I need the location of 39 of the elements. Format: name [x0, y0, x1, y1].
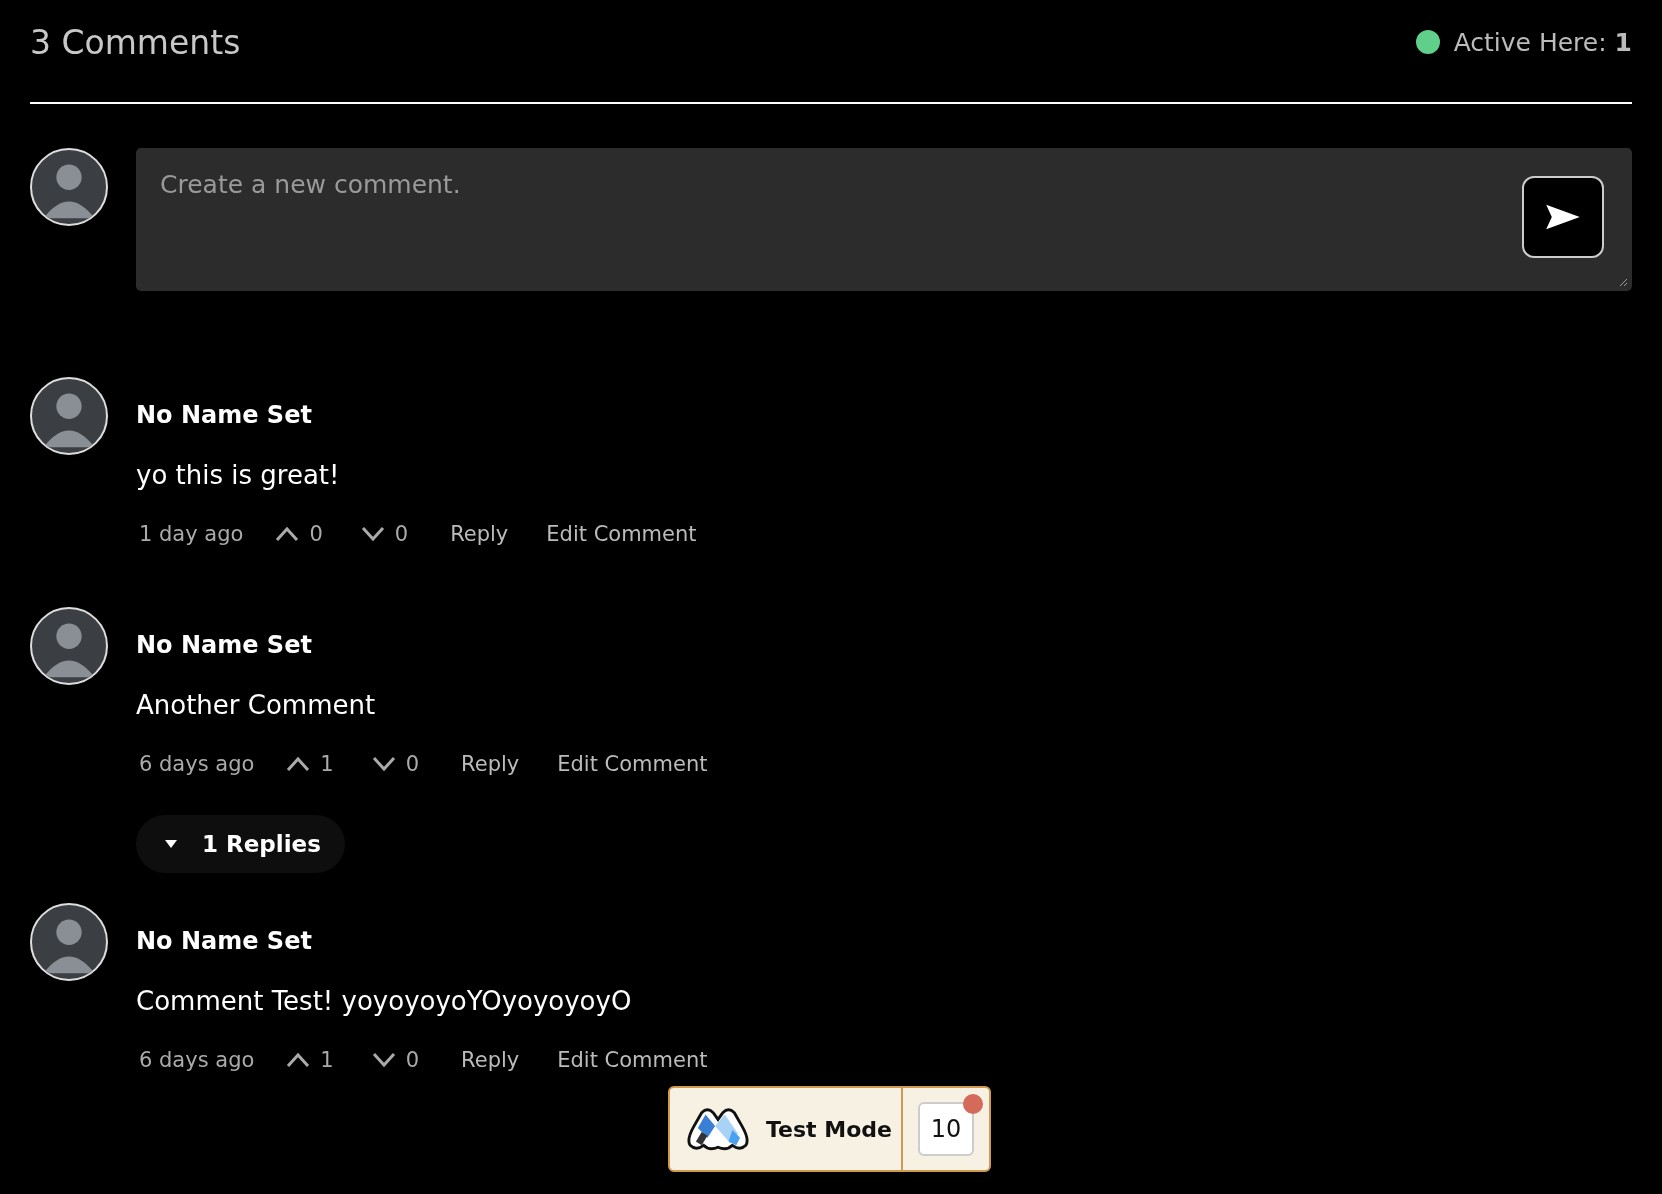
upvote-count: 1 [320, 751, 334, 778]
upvote-icon[interactable] [286, 756, 311, 772]
edit-comment-link[interactable]: Edit Comment [557, 1043, 708, 1077]
upvote-count: 1 [320, 1047, 334, 1074]
caret-icon [164, 839, 178, 849]
reply-link[interactable]: Reply [450, 517, 509, 551]
comment-input-field[interactable]: Create a new comment. [136, 148, 1632, 291]
downvote-count: 0 [405, 751, 420, 778]
downvote-count: 0 [394, 521, 409, 548]
notification-dot [963, 1094, 983, 1114]
downvote-icon[interactable] [371, 1052, 396, 1068]
reply-link[interactable]: Reply [461, 747, 520, 781]
comment-text: yo this is great! [136, 459, 341, 492]
comment-count-title: 3 Comments [30, 22, 241, 62]
resize-grip-icon[interactable] [1618, 277, 1628, 287]
author-name: No Name Set [136, 926, 313, 957]
downvote-icon[interactable] [360, 526, 385, 542]
edit-comment-link[interactable]: Edit Comment [546, 517, 697, 551]
upvote-icon[interactable] [275, 526, 300, 542]
upvote-count: 0 [309, 521, 323, 548]
author-name: No Name Set [136, 630, 313, 661]
replies-toggle-button[interactable]: 1 Replies [136, 815, 345, 873]
comment-text: Comment Test! yoyoyoyoYOyoyoyoyO [136, 985, 633, 1018]
test-mode-label: Test Mode [766, 1116, 892, 1142]
upvote-icon[interactable] [286, 1052, 311, 1068]
timestamp: 6 days ago [139, 1047, 255, 1074]
send-button[interactable] [1522, 176, 1604, 258]
downvote-icon[interactable] [371, 756, 396, 772]
reply-link[interactable]: Reply [461, 1043, 520, 1077]
timestamp: 1 day ago [139, 521, 244, 548]
author-name: No Name Set [136, 400, 313, 431]
status-dot [1415, 30, 1440, 54]
active-users-label: Active Here: 1 [1453, 27, 1632, 57]
downvote-count: 0 [405, 1047, 420, 1074]
comment-text: Another Comment [136, 689, 377, 722]
timestamp: 6 days ago [139, 751, 255, 778]
edit-comment-link[interactable]: Edit Comment [557, 747, 708, 781]
test-mode-badge[interactable]: Test Mode 10 [668, 1086, 991, 1172]
count-badge: 10 [918, 1102, 974, 1156]
